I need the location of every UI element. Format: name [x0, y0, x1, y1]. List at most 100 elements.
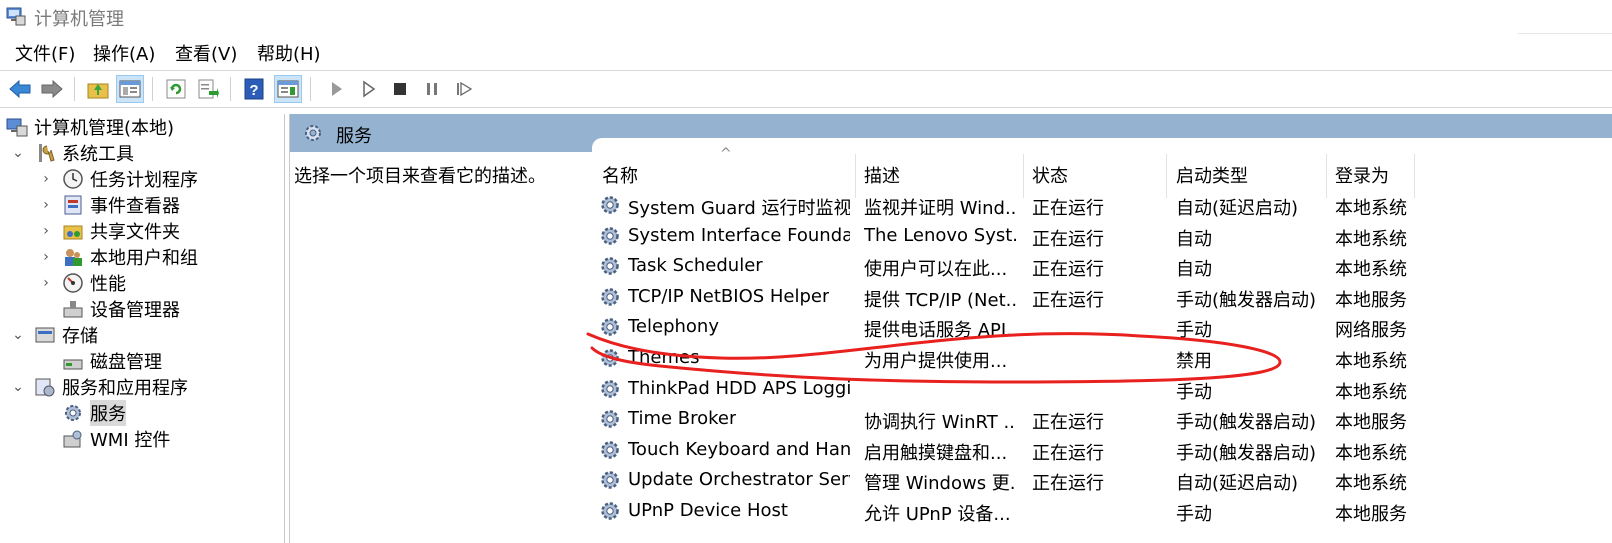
- start-icon: [332, 82, 342, 96]
- chevron-right-icon[interactable]: ›: [38, 275, 54, 291]
- refresh-icon: [166, 79, 186, 99]
- table-row[interactable]: UPnP Device Host 允许 UPnP 设备... 手动 本地服务: [592, 496, 1612, 527]
- start-outline-button[interactable]: [354, 75, 382, 103]
- tools-icon: [34, 142, 56, 164]
- pause-service-button[interactable]: [418, 75, 446, 103]
- tree-item-disk-management[interactable]: 磁盘管理: [62, 348, 162, 374]
- table-row[interactable]: Touch Keyboard and Hand... 启用触摸键盘和... 正在运行…: [592, 435, 1612, 466]
- wmi-icon: [62, 428, 84, 450]
- column-header-status[interactable]: 状态: [1032, 160, 1068, 190]
- tree-item-storage[interactable]: ⌄ 存储: [10, 322, 98, 348]
- chevron-down-icon[interactable]: ⌄: [10, 327, 26, 343]
- menu-help[interactable]: 帮助(H): [254, 40, 324, 66]
- service-startup-type: 自动(延迟启动): [1176, 198, 1299, 219]
- refresh-button[interactable]: [162, 75, 190, 103]
- clock-icon: [62, 168, 84, 190]
- tree-item-task-scheduler[interactable]: › 任务计划程序: [38, 166, 198, 192]
- computer-management-icon: [6, 116, 28, 138]
- tree-item-services[interactable]: 服务: [62, 400, 126, 426]
- gear-icon: [62, 402, 84, 424]
- table-row[interactable]: Update Orchestrator Service 管理 Windows 更.…: [592, 465, 1612, 496]
- description-hint: 选择一个项目来查看它的描述。: [294, 166, 546, 187]
- chevron-down-icon[interactable]: ⌄: [10, 145, 26, 161]
- tree-item-device-manager[interactable]: 设备管理器: [62, 296, 180, 322]
- stop-icon: [394, 83, 406, 95]
- table-row[interactable]: Time Broker 协调执行 WinRT ... 正在运行 手动(触发器启动) 本地…: [592, 404, 1612, 435]
- service-description: 协调执行 WinRT ...: [864, 412, 1016, 434]
- tree-item-event-viewer[interactable]: › 事件查看器: [38, 192, 180, 218]
- chevron-right-icon[interactable]: ›: [38, 171, 54, 187]
- service-startup-type: 手动(触发器启动): [1176, 412, 1317, 434]
- sort-ascending-indicator: ^: [720, 146, 732, 162]
- service-name: UPnP Device Host: [628, 500, 788, 521]
- red-highlight-annotation: [586, 332, 1282, 384]
- help-button[interactable]: ?: [240, 75, 268, 103]
- show-hide-tree-icon: [119, 80, 141, 98]
- chevron-down-icon[interactable]: ⌄: [10, 379, 26, 395]
- svg-text:?: ?: [249, 82, 258, 99]
- service-description: 监视并证明 Wind...: [864, 198, 1016, 219]
- export-list-button[interactable]: [194, 75, 222, 103]
- tree-item-system-tools[interactable]: ⌄ 系统工具: [10, 140, 134, 166]
- navigation-tree: 计算机管理(本地) ⌄ 系统工具 › 任务计划程序 › 事件查看器 › 共享文件…: [0, 114, 285, 543]
- service-name: System Interface Foundati...: [628, 224, 850, 246]
- menu-view[interactable]: 查看(V): [172, 40, 240, 66]
- tree-item-local-users[interactable]: › 本地用户和组: [38, 244, 198, 270]
- service-startup-type: 自动: [1176, 259, 1212, 281]
- pause-icon: [427, 83, 437, 95]
- column-header-log-on-as[interactable]: 登录为: [1335, 160, 1389, 190]
- show-action-pane-button[interactable]: [274, 75, 302, 103]
- tree-item-performance[interactable]: › 性能: [38, 270, 126, 296]
- storage-icon: [34, 324, 56, 346]
- column-header-name[interactable]: 名称: [602, 160, 638, 190]
- chevron-right-icon[interactable]: ›: [38, 223, 54, 239]
- restart-service-button[interactable]: [450, 75, 478, 103]
- up-folder-button[interactable]: [84, 75, 112, 103]
- chevron-right-icon[interactable]: ›: [38, 249, 54, 265]
- tree-item-shared-folders[interactable]: › 共享文件夹: [38, 218, 180, 244]
- service-description: 允许 UPnP 设备...: [864, 504, 1011, 525]
- table-row[interactable]: System Interface Foundati... The Lenovo S…: [592, 221, 1612, 252]
- forward-button[interactable]: [38, 75, 66, 103]
- computer-management-icon: [6, 7, 26, 26]
- performance-icon: [62, 272, 84, 294]
- menu-bar: 文件(F) 操作(A) 查看(V) 帮助(H): [0, 38, 1612, 66]
- show-hide-tree-button[interactable]: [116, 75, 144, 103]
- service-log-on-as: 网络服务: [1335, 320, 1407, 342]
- tree-item-services-apps[interactable]: ⌄ 服务和应用程序: [10, 374, 188, 400]
- gear-icon: [305, 125, 321, 141]
- service-description: 启用触摸键盘和...: [864, 442, 1008, 464]
- back-button[interactable]: [6, 75, 34, 103]
- service-name: Update Orchestrator Service: [628, 469, 850, 491]
- service-status: 正在运行: [1032, 198, 1104, 219]
- menu-file[interactable]: 文件(F): [12, 40, 78, 66]
- service-log-on-as: 本地系统: [1335, 259, 1407, 281]
- stop-service-button[interactable]: [386, 75, 414, 103]
- service-log-on-as: 本地系统: [1335, 228, 1407, 250]
- service-name: Task Scheduler: [628, 255, 763, 277]
- service-status: 正在运行: [1032, 228, 1104, 250]
- table-row[interactable]: TCP/IP NetBIOS Helper 提供 TCP/IP (Net... 正在…: [592, 282, 1612, 313]
- window-title: 计算机管理: [34, 9, 124, 30]
- table-row[interactable]: Task Scheduler 使用户可以在此... 正在运行 自动 本地系统: [592, 251, 1612, 282]
- gear-icon: [598, 193, 622, 217]
- service-description: 管理 Windows 更...: [864, 473, 1016, 495]
- service-status: 正在运行: [1032, 289, 1104, 311]
- event-viewer-icon: [62, 194, 84, 216]
- service-log-on-as: 本地服务: [1335, 504, 1407, 525]
- menu-action[interactable]: 操作(A): [90, 40, 158, 66]
- column-header-description[interactable]: 描述: [864, 160, 900, 190]
- service-log-on-as: 本地服务: [1335, 289, 1407, 311]
- column-header-startup-type[interactable]: 启动类型: [1176, 160, 1248, 190]
- service-log-on-as: 本地系统: [1335, 198, 1407, 219]
- gear-icon: [598, 407, 622, 431]
- chevron-right-icon[interactable]: ›: [38, 197, 54, 213]
- tree-item-root[interactable]: 计算机管理(本地): [6, 114, 174, 140]
- table-row[interactable]: System Guard 运行时监视... 监视并证明 Wind... 正在运行 自动…: [592, 190, 1612, 221]
- service-log-on-as: 本地系统: [1335, 381, 1407, 403]
- service-log-on-as: 本地系统: [1335, 351, 1407, 372]
- start-service-button[interactable]: [322, 75, 350, 103]
- service-startup-type: 手动: [1176, 504, 1212, 525]
- users-icon: [62, 246, 84, 268]
- tree-item-wmi[interactable]: WMI 控件: [62, 426, 170, 452]
